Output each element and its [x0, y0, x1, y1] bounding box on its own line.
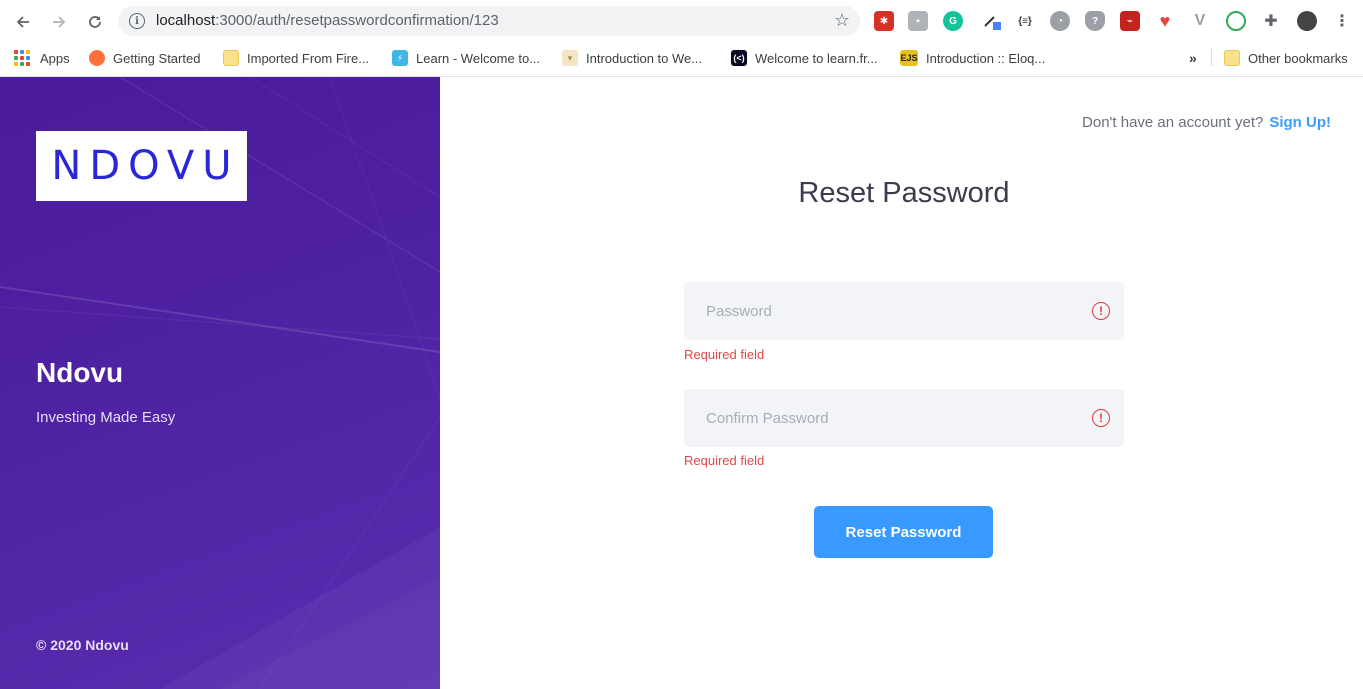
signup-prompt: Don't have an account yet? Sign Up! — [1082, 114, 1331, 131]
ejs-icon: EJS — [900, 50, 918, 66]
browser-chrome: i localhost:3000/auth/resetpasswordconfi… — [0, 0, 1363, 77]
reload-icon[interactable] — [82, 9, 108, 35]
grammarly-icon[interactable]: G — [943, 11, 963, 31]
extension-compass-icon[interactable]: ◔ — [1050, 11, 1070, 31]
browser-toolbar: i localhost:3000/auth/resetpasswordconfi… — [0, 0, 1363, 42]
extension-shield-icon[interactable]: ? — [1085, 11, 1105, 31]
folder-icon — [223, 50, 239, 66]
extension-video-icon[interactable]: ▪ — [908, 11, 928, 31]
heart-extension-icon[interactable]: ♥ — [1155, 11, 1175, 31]
pdf-icon[interactable]: ⌁ — [1120, 11, 1140, 31]
url-host: localhost — [156, 12, 216, 29]
bolt-icon: ⚡ — [392, 50, 408, 66]
bookmark-label: Getting Started — [113, 50, 201, 66]
address-bar[interactable]: i localhost:3000/auth/resetpasswordconfi… — [118, 6, 860, 36]
bookmark-label: Introduction :: Eloq... — [926, 50, 1046, 66]
password-error: Required field — [684, 347, 765, 362]
bookmark-label: Introduction to We... — [586, 50, 703, 66]
bookmark-label: Apps — [40, 50, 70, 66]
bookmark-intro-web[interactable]: ▾ Introduction to We... — [562, 48, 702, 68]
bookmark-star-icon[interactable]: ☆ — [834, 10, 850, 31]
extension-red-icon[interactable]: ✱ — [874, 11, 894, 31]
bookmark-apps[interactable]: Apps — [14, 48, 70, 68]
bookmark-eloquent[interactable]: EJS Introduction :: Eloq... — [900, 48, 1045, 68]
signup-prompt-text: Don't have an account yet? — [1082, 114, 1264, 131]
error-alert-icon: ! — [1092, 302, 1110, 320]
bookmark-label: Imported From Fire... — [247, 50, 370, 66]
password-input[interactable] — [684, 282, 1124, 340]
extension-circle-icon[interactable] — [1226, 11, 1246, 31]
bookmark-learn[interactable]: ⚡ Learn - Welcome to... — [392, 48, 540, 68]
fcc-icon: (<) — [731, 50, 747, 66]
bookmarks-divider — [1211, 48, 1212, 66]
forward-icon[interactable] — [46, 9, 72, 35]
apps-grid-icon — [14, 50, 30, 66]
brand-logo: NDOVU — [36, 131, 247, 201]
reset-password-button[interactable]: Reset Password — [814, 506, 993, 558]
brand-name: Ndovu — [36, 357, 124, 388]
firefox-icon — [89, 50, 105, 66]
bookmark-getting-started[interactable]: Getting Started — [89, 48, 200, 68]
bookmark-label: Welcome to learn.fr... — [755, 50, 878, 66]
bookmark-other[interactable]: Other bookmarks — [1224, 48, 1348, 68]
copyright-text: © 2020 Ndovu — [36, 637, 129, 653]
back-icon[interactable] — [10, 9, 36, 35]
confirm-password-input[interactable] — [684, 389, 1124, 447]
bookmarks-bar: Apps Getting Started Imported From Fire.… — [0, 42, 1363, 72]
confirm-password-error: Required field — [684, 453, 765, 468]
page-title: Reset Password — [798, 177, 1010, 209]
brand-tagline: Investing Made Easy — [36, 409, 176, 426]
password-field: ! — [684, 282, 1124, 340]
bookmarks-overflow-button[interactable]: » — [1189, 48, 1197, 68]
url-path: :3000/auth/resetpasswordconfirmation/123 — [215, 12, 499, 29]
signup-link[interactable]: Sign Up! — [1269, 114, 1331, 131]
brand-panel: NDOVU Ndovu Investing Made Easy © 2020 N… — [0, 77, 440, 689]
site-info-icon[interactable]: i — [129, 13, 145, 29]
bookmark-imported[interactable]: Imported From Fire... — [223, 48, 369, 68]
extensions-puzzle-icon[interactable]: ✚ — [1261, 11, 1281, 31]
bookmark-label: Other bookmarks — [1248, 50, 1348, 66]
json-viewer-icon[interactable]: {≡} — [1015, 11, 1035, 31]
logo-text: NDOVU — [51, 143, 240, 189]
vue-devtools-icon[interactable]: V — [1190, 11, 1210, 31]
error-alert-icon: ! — [1092, 409, 1110, 427]
bookmark-learn-fcc[interactable]: (<) Welcome to learn.fr... — [731, 48, 878, 68]
browser-menu-icon[interactable]: ⋮ — [1332, 11, 1352, 31]
eyedropper-icon[interactable] — [982, 11, 1002, 31]
shield-icon: ▾ — [562, 50, 578, 66]
folder-icon — [1224, 50, 1240, 66]
confirm-password-field: ! — [684, 389, 1124, 447]
profile-avatar[interactable] — [1297, 11, 1317, 31]
address-url[interactable]: localhost:3000/auth/resetpasswordconfirm… — [156, 12, 499, 29]
bookmark-label: Learn - Welcome to... — [416, 50, 541, 66]
